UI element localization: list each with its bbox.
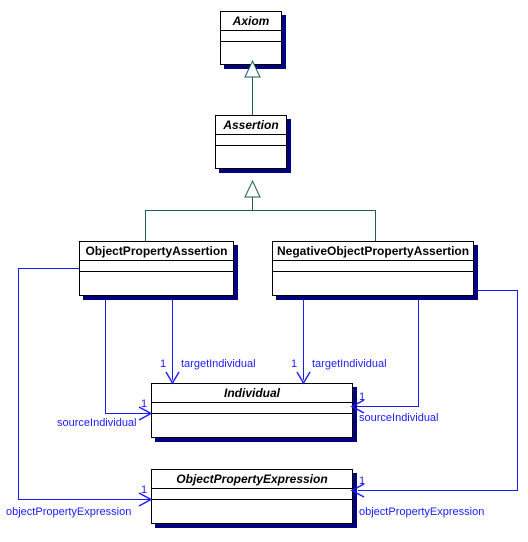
multiplicity-nopa-target: 1 (291, 358, 298, 370)
generalization-arrowhead-axiom (244, 59, 261, 78)
arrowhead-nopa-target (296, 371, 311, 385)
class-name-individual: Individual (152, 384, 352, 403)
association-line-nopa-ope-horizontal-top (474, 290, 518, 291)
class-name-objectpropertyassertion: ObjectPropertyAssertion (80, 242, 233, 261)
class-attributes-objectpropertyassertion (80, 261, 233, 272)
generalization-tree-horizontal (145, 210, 376, 211)
class-operations-individual (152, 414, 352, 467)
generalization-branch-negativeobjectpropertyassertion (375, 210, 376, 242)
association-line-opa-ope-horizontal-top (18, 268, 80, 269)
class-operations-negativeobjectpropertyassertion (273, 272, 473, 325)
generalization-arrowhead-assertion (244, 179, 261, 198)
role-label-opa-target: targetIndividual (181, 358, 256, 370)
class-attributes-axiom (221, 31, 281, 42)
class-name-objectpropertyexpression: ObjectPropertyExpression (152, 470, 352, 489)
class-name-negativeobjectpropertyassertion: NegativeObjectPropertyAssertion (273, 242, 473, 261)
multiplicity-opa-target: 1 (160, 358, 167, 370)
class-operations-objectpropertyassertion (80, 272, 233, 325)
role-label-nopa-ope: objectPropertyExpression (359, 506, 485, 518)
class-attributes-objectpropertyexpression (152, 489, 352, 500)
generalization-branch-objectpropertyassertion (145, 210, 146, 242)
class-box-objectpropertyexpression[interactable]: ObjectPropertyExpression (151, 469, 353, 524)
uml-class-diagram: Axiom Assertion ObjectPropertyAssertion … (0, 0, 528, 542)
class-name-axiom: Axiom (221, 12, 281, 31)
multiplicity-nopa-source: 1 (359, 391, 366, 403)
association-line-nopa-ope-horizontal-bottom (358, 490, 518, 491)
class-attributes-individual (152, 403, 352, 414)
class-attributes-assertion (216, 135, 286, 146)
class-box-objectpropertyassertion[interactable]: ObjectPropertyAssertion (79, 241, 234, 296)
role-label-nopa-target: targetIndividual (312, 358, 387, 370)
association-line-opa-ope-vertical (18, 268, 19, 499)
role-label-opa-source: sourceIndividual (57, 417, 137, 429)
class-box-axiom[interactable]: Axiom (220, 11, 282, 65)
class-box-negativeobjectpropertyassertion[interactable]: NegativeObjectPropertyAssertion (272, 241, 474, 296)
arrowhead-opa-target (165, 371, 180, 385)
association-line-nopa-source-horizontal (357, 406, 419, 407)
role-label-nopa-source: sourceIndividual (359, 412, 439, 424)
class-box-individual[interactable]: Individual (151, 383, 353, 438)
multiplicity-nopa-ope: 1 (359, 475, 366, 487)
class-operations-objectpropertyexpression (152, 500, 352, 542)
role-label-opa-ope: objectPropertyExpression (6, 506, 132, 518)
association-line-opa-ope-horizontal-bottom (18, 499, 152, 500)
multiplicity-opa-ope: 1 (141, 484, 148, 496)
multiplicity-opa-source: 1 (141, 398, 148, 410)
class-name-assertion: Assertion (216, 116, 286, 135)
association-line-nopa-ope-vertical (517, 290, 518, 490)
class-box-assertion[interactable]: Assertion (215, 115, 287, 169)
class-attributes-negativeobjectpropertyassertion (273, 261, 473, 272)
generalization-tree-stem (252, 196, 253, 211)
